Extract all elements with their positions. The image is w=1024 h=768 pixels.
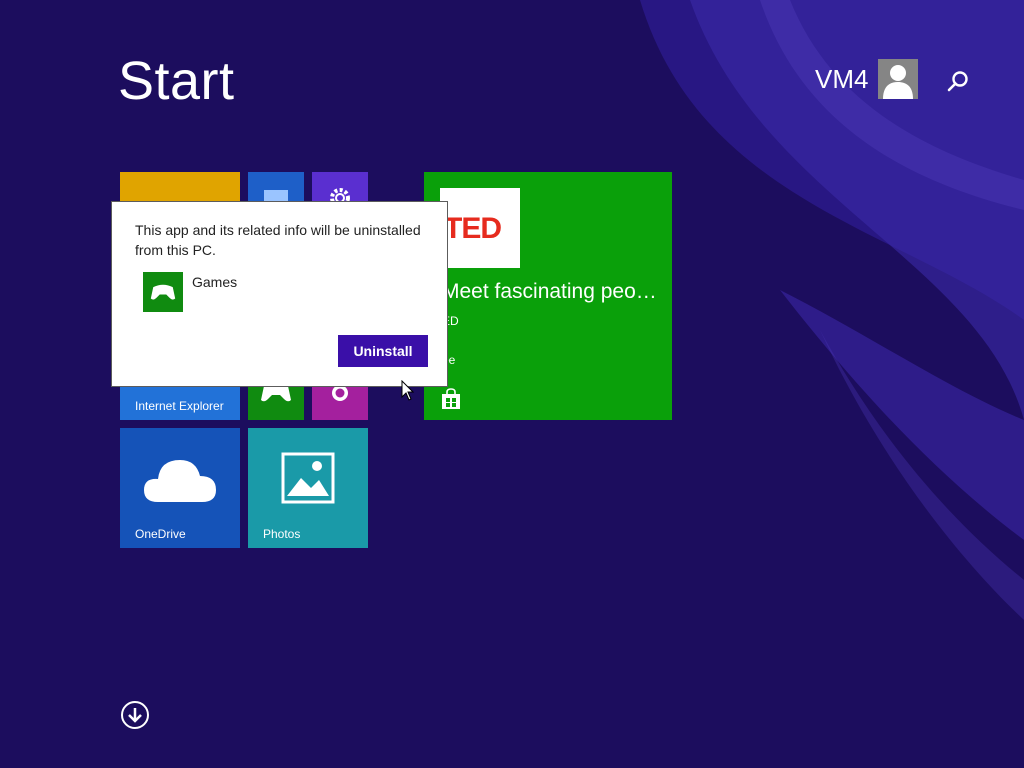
tile-label: Photos [263, 527, 301, 541]
tile-photos[interactable]: Photos [248, 428, 368, 548]
search-icon [947, 71, 968, 92]
tile-label: OneDrive [135, 527, 186, 541]
tile-label: Internet Explorer [135, 399, 224, 413]
user-silhouette-icon [878, 59, 919, 99]
games-app-icon [143, 272, 183, 312]
uninstall-button[interactable]: Uninstall [338, 335, 428, 367]
mouse-pointer-icon [401, 380, 415, 401]
uninstall-dialog: This app and its related info will be un… [111, 201, 448, 387]
start-title: Start [118, 51, 235, 111]
ted-logo-text: TED [444, 212, 502, 245]
tile-store[interactable]: TED Meet fascinating peo… ED ee [424, 172, 672, 420]
dialog-app-name: Games [192, 274, 238, 290]
tile-onedrive[interactable]: OneDrive [120, 428, 240, 548]
xbox-controller-icon [150, 284, 176, 300]
search-button[interactable] [944, 68, 972, 96]
user-account[interactable]: VM4 [815, 59, 919, 99]
ted-logo: TED [440, 188, 520, 268]
cloud-icon [144, 460, 216, 502]
photo-icon [281, 452, 335, 504]
down-arrow-circle-icon [121, 701, 149, 729]
user-name: VM4 [815, 63, 869, 94]
store-bag-icon [442, 388, 460, 409]
all-apps-button[interactable] [120, 700, 150, 730]
store-tile-title: Meet fascinating peo… [442, 280, 657, 303]
dialog-message: This app and its related info will be un… [135, 222, 421, 258]
